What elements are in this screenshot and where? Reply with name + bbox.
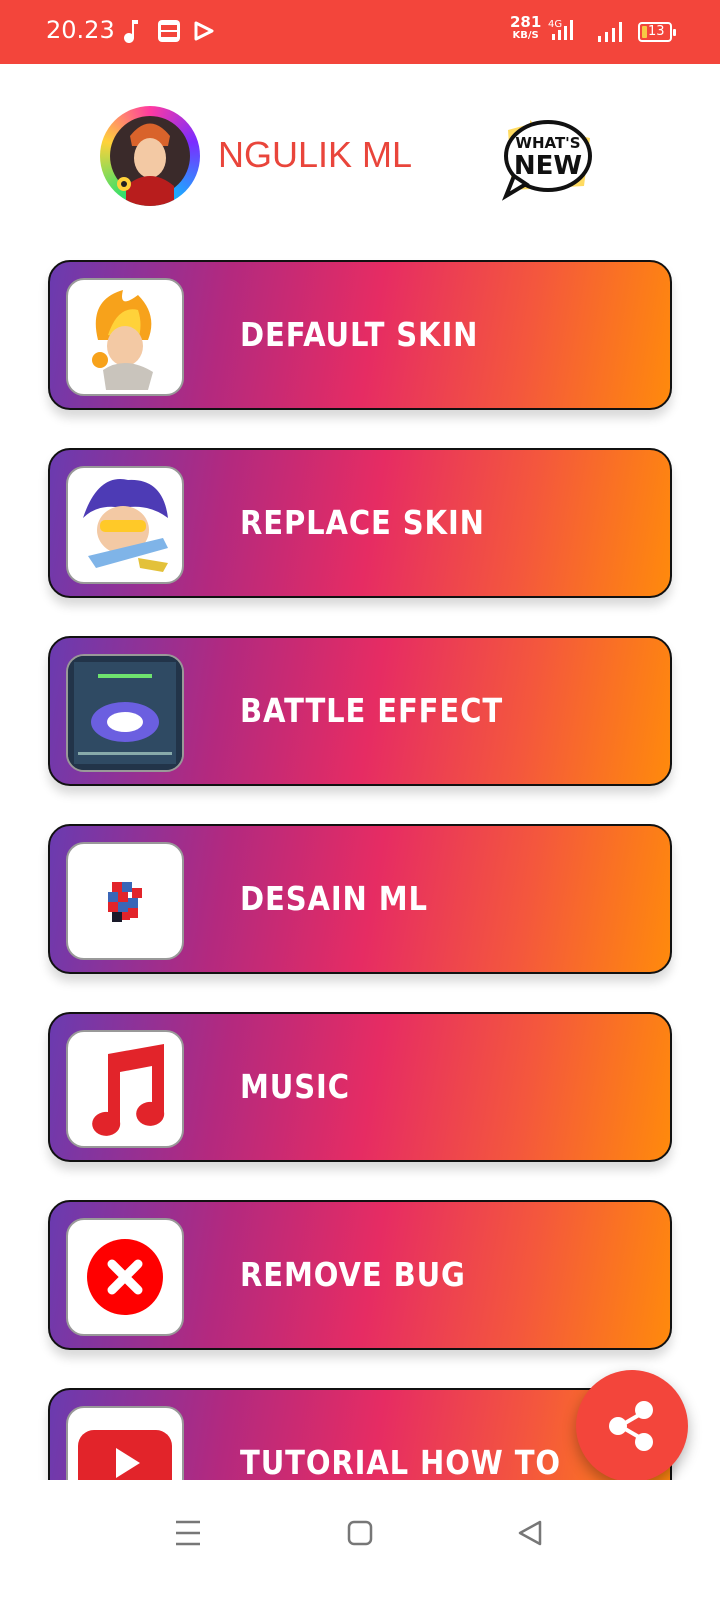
- menu-item-music[interactable]: MUSIC: [48, 1012, 672, 1162]
- menu-item-label: REPLACE SKIN: [240, 503, 485, 542]
- music-note-icon: [124, 20, 138, 43]
- menu-item-remove-bug[interactable]: REMOVE BUG: [48, 1200, 672, 1350]
- svg-text:WHAT'S: WHAT'S: [515, 134, 580, 152]
- share-icon: [609, 1401, 653, 1451]
- status-bar: 20.23 281 KB/S 4G 13: [0, 0, 720, 64]
- brimo-app-icon: [158, 20, 180, 42]
- battery-icon: 13: [638, 22, 676, 42]
- pixel-cube-icon: [66, 842, 184, 960]
- back-triangle-icon[interactable]: [516, 1518, 544, 1548]
- signal-bars-icon: [598, 22, 622, 42]
- whats-new-button[interactable]: WHAT'S NEW: [500, 116, 596, 202]
- close-circle-icon: [66, 1218, 184, 1336]
- svg-text:4G: 4G: [548, 19, 562, 30]
- menu-item-replace-skin[interactable]: REPLACE SKIN: [48, 448, 672, 598]
- menu-item-label: DEFAULT SKIN: [240, 315, 479, 354]
- menu-item-label: REMOVE BUG: [240, 1255, 466, 1294]
- battle-effect-screenshot: [66, 654, 184, 772]
- hero-blue-hair-thumbnail: [66, 466, 184, 584]
- home-square-icon[interactable]: [346, 1518, 374, 1548]
- music-note-icon: [66, 1030, 184, 1148]
- signal-4g-icon: 4G: [548, 19, 573, 40]
- menu-item-label: TUTORIAL HOW TO USE: [240, 1443, 561, 1480]
- menu-item-label: DESAIN ML: [240, 879, 428, 918]
- share-button[interactable]: [576, 1370, 688, 1482]
- system-nav-bar: [0, 1480, 720, 1600]
- hero-fire-thumbnail: [66, 278, 184, 396]
- svg-text:NEW: NEW: [514, 151, 582, 181]
- menu-item-battle-effect[interactable]: BATTLE EFFECT: [48, 636, 672, 786]
- status-time: 20.23: [46, 16, 115, 44]
- app-logo-avatar: [100, 106, 200, 206]
- menu-item-label: MUSIC: [240, 1067, 350, 1106]
- app-header: NGULIK ML WHAT'S NEW: [0, 64, 720, 244]
- app-title: NGULIK ML: [218, 134, 413, 175]
- net-speed: 281 KB/S: [510, 13, 542, 42]
- menu-item-label: BATTLE EFFECT: [240, 691, 504, 730]
- youtube-icon: [66, 1406, 184, 1480]
- menu-item-desain-ml[interactable]: DESAIN ML: [48, 824, 672, 974]
- menu-icon[interactable]: [174, 1518, 202, 1548]
- menu-item-default-skin[interactable]: DEFAULT SKIN: [48, 260, 672, 410]
- menu-list[interactable]: DEFAULT SKIN REPLACE SKIN BATTLE EFFECT …: [0, 244, 720, 1480]
- play-store-icon: [194, 21, 214, 41]
